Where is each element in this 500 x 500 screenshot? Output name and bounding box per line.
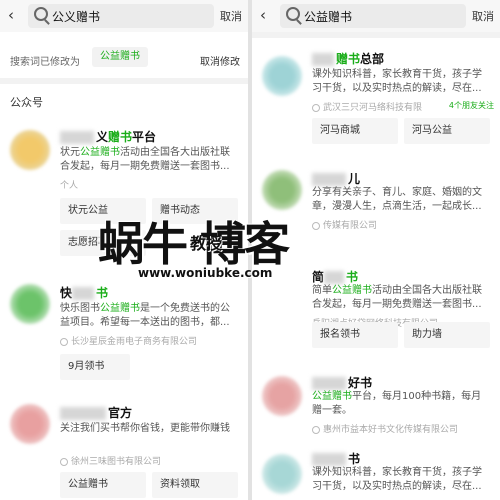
back-icon[interactable]: ‹ [260, 6, 266, 24]
menu-button[interactable]: 赠书动态 [152, 198, 238, 224]
account-owner: 惠州市益本好书文化传媒有限公司 [312, 422, 458, 435]
avatar [10, 284, 50, 324]
location-icon [312, 221, 320, 230]
account-description: 关注我们买书帮你省钱，更能带你赚钱 [60, 423, 230, 434]
account-description: 公益赠书平台，每月100种书籍，每月赠一套。 [312, 391, 482, 416]
account-card[interactable]: 快书 快乐图书公益赠书是一个免费送书的公益项目。希望每一本送出的图书，都... … [0, 276, 248, 386]
friends-following: 4个朋友关注 [448, 101, 494, 110]
search-icon [34, 7, 48, 21]
location-icon [60, 457, 68, 466]
account-owner: 徐州三味图书有限公司 [60, 454, 161, 467]
account-name: 官方 [60, 404, 132, 421]
menu-button[interactable]: 河马商城 [312, 118, 398, 144]
location-icon [312, 103, 320, 112]
right-search-panel: ‹ 公益赠书 取消 赠书总部 课外知识科普，家长教育干货，孩子学习干货，以及实时… [252, 0, 500, 500]
menu-button[interactable]: 公益赠书 [60, 472, 146, 498]
search-input[interactable]: 公义赠书 [28, 4, 214, 28]
account-card[interactable]: 简书 简单公益赠书活动由全国各大出版社联合发起，每月一期免费赠送一套图书... … [252, 260, 500, 360]
account-name: 简书 [312, 270, 359, 284]
account-card[interactable]: 书 课外知识科普，家长教育干货，孩子学习干货，以及实时热点的解读，尽在... [252, 446, 500, 500]
account-description: 状元公益赠书活动由全国各大出版社联合发起，每月一期免费赠送一套图书... [60, 147, 230, 172]
menu-button[interactable]: 报名领书 [312, 322, 398, 348]
search-header: ‹ 公义赠书 取消 [0, 0, 248, 32]
cancel-button[interactable]: 取消 [472, 8, 494, 24]
menu-button[interactable]: 9月领书 [60, 354, 130, 380]
cancel-button[interactable]: 取消 [220, 8, 242, 24]
account-name: 儿 [312, 170, 360, 187]
section-title: 公众号 [10, 96, 43, 109]
left-search-panel: ‹ 公义赠书 取消 搜索词已修改为 公益赠书 取消修改 公众号 义赠书平台 状元… [0, 0, 248, 500]
account-name: 好书 [312, 374, 372, 391]
location-icon [312, 425, 320, 434]
search-query: 公义赠书 [52, 10, 101, 24]
search-icon [286, 7, 300, 21]
account-name: 义赠书平台 [60, 128, 156, 145]
account-description: 快乐图书公益赠书是一个免费送书的公益项目。希望每一本送出的图书，都... [60, 303, 230, 328]
account-description: 课外知识科普，家长教育干货，孩子学习干货，以及实时热点的解读，尽在... [312, 467, 482, 492]
account-description: 简单公益赠书活动由全国各大出版社联合发起，每月一期免费赠送一套图书... [312, 285, 482, 310]
avatar [10, 404, 50, 444]
account-owner: 传媒有限公司 [312, 218, 377, 231]
menu-button[interactable]: 志愿招募 [60, 230, 146, 256]
account-card[interactable]: 儿 分享有关亲子、育儿、家庭、婚姻的文章，漫漫人生，点滴生活，一起成长... 传… [252, 162, 500, 238]
account-owner: 武汉三只河马络科技有限 [312, 100, 422, 113]
account-description: 课外知识科普，家长教育干货，孩子学习干货，以及实时热点的解读，尽在... [312, 69, 482, 94]
avatar [262, 454, 302, 494]
undo-correction-button[interactable]: 取消修改 [200, 53, 240, 68]
account-description: 分享有关亲子、育儿、家庭、婚姻的文章，漫漫人生，点滴生活，一起成长... [312, 187, 482, 212]
account-card[interactable]: 赠书总部 课外知识科普，家长教育干货，孩子学习干货，以及实时热点的解读，尽在..… [252, 42, 500, 152]
account-card[interactable]: 官方 关注我们买书帮你省钱，更能带你赚钱 徐州三味图书有限公司 公益赠书 资料领… [0, 396, 248, 500]
menu-button[interactable]: 河马公益 [404, 118, 490, 144]
account-name: 快书 [60, 286, 109, 300]
divider [252, 32, 500, 38]
query-correction: 搜索词已修改为 公益赠书 取消修改 [0, 40, 248, 76]
avatar [262, 56, 302, 96]
search-query: 公益赠书 [304, 10, 353, 24]
search-header: ‹ 公益赠书 取消 [252, 0, 500, 32]
account-card[interactable]: 好书 公益赠书平台，每月100种书籍，每月赠一套。 惠州市益本好书文化传媒有限公… [252, 366, 500, 440]
menu-button[interactable]: 助力墙 [404, 322, 490, 348]
avatar [262, 376, 302, 416]
avatar [10, 130, 50, 170]
account-name: 赠书总部 [312, 50, 384, 67]
account-card[interactable]: 义赠书平台 状元公益赠书活动由全国各大出版社联合发起，每月一期免费赠送一套图书.… [0, 118, 248, 268]
menu-button[interactable]: 状元公益 [60, 198, 146, 224]
account-owner: 个人 [60, 181, 79, 191]
corrected-keyword[interactable]: 公益赠书 [92, 47, 148, 67]
menu-button[interactable]: 资料领取 [152, 472, 238, 498]
avatar [262, 170, 302, 210]
back-icon[interactable]: ‹ [8, 6, 14, 24]
location-icon [60, 337, 68, 346]
divider [0, 78, 248, 84]
account-name: 书 [312, 450, 360, 467]
search-input[interactable]: 公益赠书 [280, 4, 466, 28]
correction-label: 搜索词已修改为 [10, 57, 80, 68]
account-owner: 长沙星辰金雨电子商务有限公司 [60, 334, 197, 347]
